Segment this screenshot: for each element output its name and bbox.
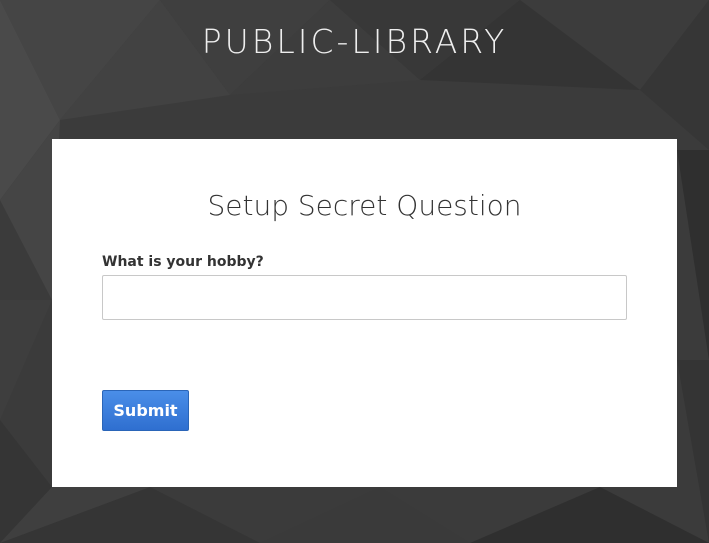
form-title: Setup Secret Question (207, 189, 522, 222)
hobby-question-label: What is your hobby? (102, 254, 264, 270)
site-title: PUBLIC-LIBRARY (201, 22, 508, 61)
secret-question-card: Setup Secret Question What is your hobby… (52, 139, 677, 487)
submit-button[interactable]: Submit (102, 390, 189, 431)
hobby-answer-input[interactable] (102, 275, 627, 320)
